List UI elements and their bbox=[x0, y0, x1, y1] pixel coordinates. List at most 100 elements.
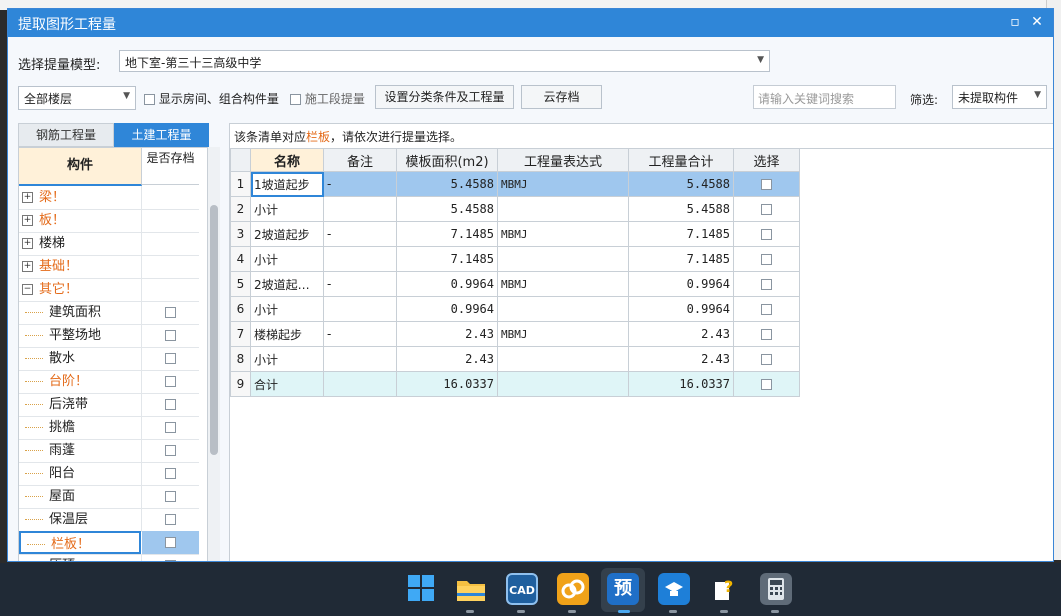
tree-item-row[interactable]: 栏板！ bbox=[19, 531, 199, 555]
name-cell[interactable]: 小计 bbox=[250, 196, 324, 222]
expand-icon[interactable]: + bbox=[22, 215, 33, 226]
select-checkbox[interactable] bbox=[761, 179, 772, 190]
archive-checkbox[interactable] bbox=[165, 491, 176, 502]
tree-item-row[interactable]: 散水 bbox=[19, 347, 199, 371]
total-cell[interactable]: 0.9964 bbox=[628, 271, 734, 297]
total-cell[interactable]: 5.4588 bbox=[628, 171, 734, 197]
archive-checkbox[interactable] bbox=[165, 399, 176, 410]
construction-section-checkbox[interactable] bbox=[290, 94, 301, 105]
table-row[interactable]: 6 小计 0.9964 0.9964 bbox=[230, 296, 800, 322]
expression-cell[interactable]: MBMJ bbox=[497, 221, 629, 247]
tree-group-row[interactable]: + 梁！ bbox=[19, 186, 199, 210]
area-cell[interactable]: 5.4588 bbox=[396, 171, 498, 197]
table-row[interactable]: 8 小计 2.43 2.43 bbox=[230, 346, 800, 372]
table-row[interactable]: 4 小计 7.1485 7.1485 bbox=[230, 246, 800, 272]
calculator-icon[interactable] bbox=[760, 573, 792, 605]
tree-item-row[interactable]: 屋面 bbox=[19, 485, 199, 509]
expression-cell[interactable] bbox=[497, 346, 629, 372]
note-cell[interactable] bbox=[323, 196, 397, 222]
tree-item-row[interactable]: 台阶！ bbox=[19, 370, 199, 394]
tree-item-row[interactable]: 挑檐 bbox=[19, 416, 199, 440]
note-cell[interactable] bbox=[323, 371, 397, 397]
name-column-header[interactable]: 名称 bbox=[250, 148, 324, 172]
tree-item-row[interactable]: 雨蓬 bbox=[19, 439, 199, 463]
tab-rebar-quantity[interactable]: 钢筋工程量 bbox=[18, 123, 114, 147]
expression-cell[interactable]: MBMJ bbox=[497, 171, 629, 197]
archive-checkbox[interactable] bbox=[165, 514, 176, 525]
note-cell[interactable]: - bbox=[323, 221, 397, 247]
budget-app-icon[interactable]: 预 bbox=[607, 573, 639, 605]
area-cell[interactable]: 5.4588 bbox=[396, 196, 498, 222]
tree-item-row[interactable]: 建筑面积 bbox=[19, 301, 199, 325]
area-cell[interactable]: 16.0337 bbox=[396, 371, 498, 397]
expression-cell[interactable] bbox=[497, 246, 629, 272]
model-select[interactable]: 地下室-第三十三高级中学 ▼ bbox=[119, 50, 770, 72]
expand-icon[interactable]: + bbox=[22, 192, 33, 203]
name-cell[interactable]: 1坡道起步 bbox=[250, 171, 324, 197]
archive-checkbox[interactable] bbox=[165, 330, 176, 341]
expression-cell[interactable] bbox=[497, 296, 629, 322]
construction-section-option[interactable]: 施工段提量 bbox=[290, 90, 365, 107]
total-cell[interactable]: 7.1485 bbox=[628, 221, 734, 247]
note-cell[interactable] bbox=[323, 246, 397, 272]
link-app-icon[interactable] bbox=[557, 573, 589, 605]
select-column-header[interactable]: 选择 bbox=[733, 148, 800, 172]
archive-checkbox[interactable] bbox=[165, 353, 176, 364]
scrollbar-thumb[interactable] bbox=[210, 205, 218, 455]
select-checkbox[interactable] bbox=[761, 379, 772, 390]
name-cell[interactable]: 合计 bbox=[250, 371, 324, 397]
select-checkbox[interactable] bbox=[761, 279, 772, 290]
name-cell[interactable]: 2坡道起… bbox=[250, 271, 324, 297]
tab-civil-quantity[interactable]: 土建工程量 bbox=[114, 123, 209, 147]
table-row[interactable]: 9 合计 16.0337 16.0337 bbox=[230, 371, 800, 397]
expand-icon[interactable]: + bbox=[22, 238, 33, 249]
name-cell[interactable]: 楼梯起步 bbox=[250, 321, 324, 347]
search-input[interactable]: 请输入关键词搜索 bbox=[753, 85, 896, 109]
name-cell[interactable]: 小计 bbox=[250, 346, 324, 372]
total-cell[interactable]: 2.43 bbox=[628, 321, 734, 347]
expand-icon[interactable]: + bbox=[22, 261, 33, 272]
tree-group-row[interactable]: + 楼梯 bbox=[19, 232, 199, 256]
archive-checkbox[interactable] bbox=[165, 537, 176, 548]
table-row[interactable]: 3 2坡道起步 -7.1485 MBMJ 7.1485 bbox=[230, 221, 800, 247]
tree-item-row[interactable]: 平整场地 bbox=[19, 324, 199, 348]
floor-select[interactable]: 全部楼层 ▼ bbox=[18, 86, 136, 110]
archive-checkbox[interactable] bbox=[165, 468, 176, 479]
note-column-header[interactable]: 备注 bbox=[323, 148, 397, 172]
expression-cell[interactable] bbox=[497, 196, 629, 222]
select-checkbox[interactable] bbox=[761, 254, 772, 265]
select-checkbox[interactable] bbox=[761, 329, 772, 340]
total-cell[interactable]: 0.9964 bbox=[628, 296, 734, 322]
total-cell[interactable]: 2.43 bbox=[628, 346, 734, 372]
note-cell[interactable]: - bbox=[323, 271, 397, 297]
area-cell[interactable]: 7.1485 bbox=[396, 246, 498, 272]
name-cell[interactable]: 2坡道起步 bbox=[250, 221, 324, 247]
glodon-app-icon[interactable] bbox=[658, 573, 690, 605]
file-explorer-icon[interactable] bbox=[455, 573, 487, 605]
windows-start-icon[interactable] bbox=[405, 573, 437, 605]
select-checkbox[interactable] bbox=[761, 229, 772, 240]
tree-item-row[interactable]: 保温层 bbox=[19, 508, 199, 532]
note-cell[interactable] bbox=[323, 346, 397, 372]
total-cell[interactable]: 16.0337 bbox=[628, 371, 734, 397]
select-checkbox[interactable] bbox=[761, 354, 772, 365]
tree-item-row[interactable]: 后浇带 bbox=[19, 393, 199, 417]
total-column-header[interactable]: 工程量合计 bbox=[628, 148, 734, 172]
name-cell[interactable]: 小计 bbox=[250, 246, 324, 272]
expression-cell[interactable] bbox=[497, 371, 629, 397]
select-checkbox[interactable] bbox=[761, 204, 772, 215]
tree-item-row[interactable]: 压顶 bbox=[19, 554, 199, 561]
area-cell[interactable]: 7.1485 bbox=[396, 221, 498, 247]
maximize-icon[interactable]: ▫ bbox=[1007, 14, 1023, 30]
close-icon[interactable]: ✕ bbox=[1029, 14, 1045, 30]
tree-group-row[interactable]: + 基础！ bbox=[19, 255, 199, 279]
expression-cell[interactable]: MBMJ bbox=[497, 321, 629, 347]
tree-group-row[interactable]: − 其它！ bbox=[19, 278, 199, 302]
table-row[interactable]: 5 2坡道起… -0.9964 MBMJ 0.9964 bbox=[230, 271, 800, 297]
set-conditions-button[interactable]: 设置分类条件及工程量 bbox=[375, 85, 514, 109]
archive-checkbox[interactable] bbox=[165, 560, 176, 561]
cad-app-icon[interactable]: CAD bbox=[506, 573, 538, 605]
table-row[interactable]: 2 小计 5.4588 5.4588 bbox=[230, 196, 800, 222]
note-cell[interactable]: - bbox=[323, 171, 397, 197]
help-app-icon[interactable]: ? bbox=[709, 573, 741, 605]
